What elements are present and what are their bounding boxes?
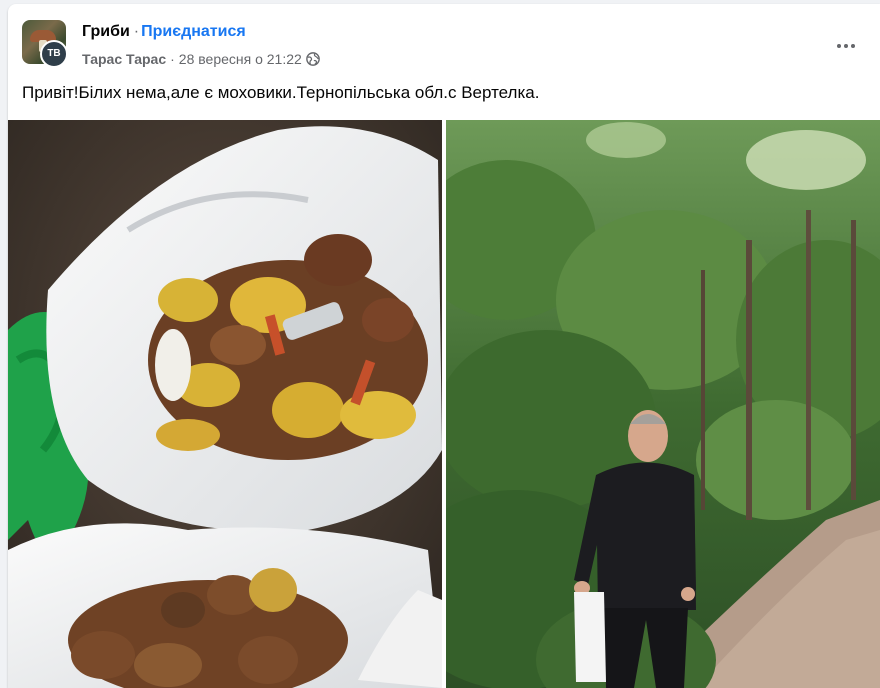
timestamp-link[interactable]: 28 вересня о 21:22 bbox=[179, 50, 302, 68]
post-card: TB Гриби · Приєднатися Тарас Тарас · 28 ве… bbox=[8, 4, 880, 688]
join-group-link[interactable]: Приєднатися bbox=[141, 23, 246, 40]
user-avatar[interactable]: TB bbox=[40, 40, 68, 68]
header-separator: · bbox=[133, 23, 140, 40]
photo-mushrooms-in-bags[interactable] bbox=[8, 120, 442, 688]
post-text: Привіт!Білих нема,але є моховики.Тернопі… bbox=[22, 83, 540, 102]
post-meta: Тарас Тарас · 28 вересня о 21:22 bbox=[82, 50, 320, 68]
more-options-icon bbox=[837, 44, 855, 48]
post-header-title: Гриби · Приєднатися bbox=[82, 22, 246, 42]
meta-separator: · bbox=[170, 51, 175, 67]
author-link[interactable]: Тарас Тарас bbox=[82, 50, 166, 68]
globe-icon[interactable] bbox=[305, 52, 320, 66]
photo-man-in-forest[interactable] bbox=[446, 120, 880, 688]
more-options-button[interactable] bbox=[828, 28, 864, 64]
avatar-group[interactable]: TB bbox=[22, 20, 70, 68]
group-name-link[interactable]: Гриби bbox=[82, 23, 130, 40]
